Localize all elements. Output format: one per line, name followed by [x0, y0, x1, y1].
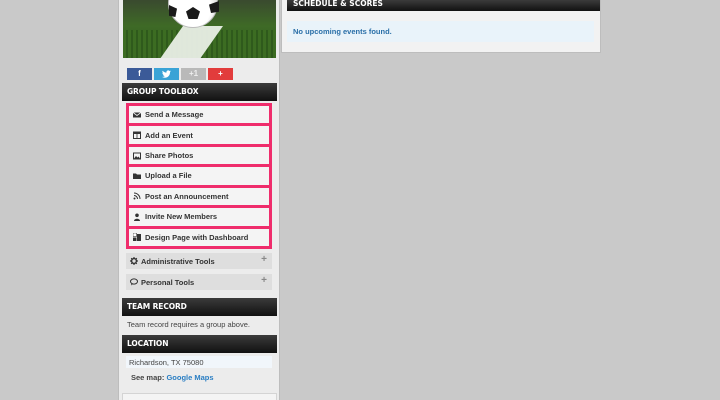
no-events-message: No upcoming events found.: [287, 21, 594, 42]
collapsible-label: Administrative Tools: [141, 256, 215, 266]
next-panel-edge: [122, 393, 277, 400]
expand-plus-icon[interactable]: +: [261, 254, 267, 265]
tool-label: Post an Announcement: [145, 191, 229, 201]
see-map-label: See map:: [131, 373, 165, 382]
design-dashboard-button[interactable]: Design Page with Dashboard: [129, 228, 269, 246]
add-event-button[interactable]: Add an Event: [129, 126, 269, 144]
tool-label: Add an Event: [145, 130, 193, 140]
tool-label: Send a Message: [145, 110, 204, 120]
soccer-ball-image: [168, 0, 219, 28]
group-toolbox-header: GROUP TOOLBOX: [122, 83, 277, 101]
calendar-icon: [133, 131, 141, 140]
facebook-share-button[interactable]: f: [127, 68, 152, 80]
twitter-share-button[interactable]: [154, 68, 179, 80]
group-toolbox-list: Send a Message Add an Event Share Photos…: [126, 103, 272, 249]
person-icon: [134, 213, 140, 221]
collapsible-label: Personal Tools: [141, 277, 195, 287]
tool-label: Upload a File: [145, 171, 192, 181]
google-plus-button[interactable]: +1: [181, 68, 206, 80]
dashboard-icon: [133, 233, 141, 242]
team-record-text: Team record requires a group above.: [127, 320, 250, 329]
main-content: SCHEDULE & SCORES No upcoming events fou…: [281, 0, 601, 53]
expand-plus-icon[interactable]: +: [261, 275, 267, 286]
team-record-header: TEAM RECORD: [122, 298, 277, 316]
photo-icon: [133, 152, 141, 160]
administrative-tools-toggle[interactable]: Administrative Tools +: [126, 253, 272, 269]
folder-icon: [133, 173, 141, 179]
location-header: LOCATION: [122, 335, 277, 353]
tool-label: Invite New Members: [145, 212, 218, 222]
schedule-scores-header: SCHEDULE & SCORES: [287, 0, 600, 11]
envelope-icon: [133, 111, 141, 118]
tool-label: Design Page with Dashboard: [145, 232, 249, 242]
upload-file-button[interactable]: Upload a File: [129, 167, 269, 185]
send-message-button[interactable]: Send a Message: [129, 106, 269, 124]
gear-icon: [130, 257, 138, 265]
twitter-bird-icon: [162, 70, 171, 78]
add-share-button[interactable]: +: [208, 68, 233, 80]
rss-icon: [133, 192, 141, 200]
tool-label: Share Photos: [145, 151, 194, 161]
see-map-row: See map: Google Maps: [131, 373, 214, 382]
invite-members-button[interactable]: Invite New Members: [129, 208, 269, 226]
personal-tools-toggle[interactable]: Personal Tools +: [126, 274, 272, 290]
google-maps-link[interactable]: Google Maps: [166, 373, 213, 382]
location-address: Richardson, TX 75080: [129, 358, 204, 367]
chat-icon: [130, 278, 138, 286]
social-share-bar: f +1 +: [127, 68, 233, 80]
left-sidebar: f +1 + GROUP TOOLBOX Send a Message Add …: [118, 0, 280, 400]
post-announcement-button[interactable]: Post an Announcement: [129, 187, 269, 206]
team-photo: [123, 0, 276, 58]
share-photos-button[interactable]: Share Photos: [129, 146, 269, 165]
